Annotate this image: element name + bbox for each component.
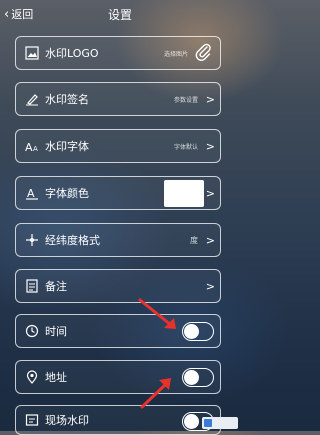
address-toggle[interactable] (182, 368, 214, 387)
row-watermark-signature[interactable]: 水印签名 参数设置 > (15, 82, 221, 116)
row-label: 经纬度格式 (45, 234, 100, 247)
chevron-right-icon: > (205, 233, 215, 247)
chevron-right-icon: > (205, 92, 215, 106)
row-watermark-logo[interactable]: 水印LOGO 选择图片 (15, 36, 221, 70)
toggle-knob (184, 370, 199, 385)
chevron-right-icon: > (205, 279, 215, 293)
row-label: 字体颜色 (45, 187, 89, 200)
row-watermark-font[interactable]: AA 水印字体 字体默认 > (15, 129, 221, 163)
row-label: 地址 (45, 371, 67, 384)
annotation-arrow-time (138, 298, 176, 329)
row-coordinate-format[interactable]: 经纬度格式 度 > (15, 223, 221, 257)
header: ‹ 返回 设置 (0, 0, 240, 28)
clock-icon (24, 323, 40, 339)
toggle-knob (184, 324, 199, 339)
row-value: 度 (190, 235, 198, 245)
row-label: 备注 (45, 280, 67, 293)
row-label: 水印签名 (45, 93, 89, 106)
row-font-color[interactable]: A 字体颜色 > (15, 176, 221, 210)
row-label: 水印字体 (45, 140, 89, 153)
row-label: 时间 (45, 325, 67, 338)
page-title: 设置 (107, 8, 132, 22)
location-pin-icon (24, 369, 40, 385)
coordinates-icon (24, 232, 40, 248)
row-value: 选择图片 (163, 50, 188, 58)
paperclip-icon[interactable] (194, 41, 212, 65)
pen-icon (24, 91, 40, 107)
row-value: 参数设置 (173, 96, 198, 104)
watermark-icon (24, 412, 40, 428)
toggle-knob (184, 414, 199, 429)
row-value: 字体默认 (173, 143, 198, 151)
svg-text:A: A (33, 145, 38, 153)
annotation-arrow-address (140, 378, 171, 409)
row-note[interactable]: 备注 > (15, 269, 221, 303)
text-color-icon: A (24, 185, 40, 201)
image-icon (24, 45, 40, 61)
font-icon: AA (24, 138, 40, 154)
note-icon (24, 278, 40, 294)
row-label: 现场水印 (45, 414, 89, 427)
time-toggle[interactable] (182, 322, 214, 341)
chevron-right-icon: > (205, 186, 215, 200)
row-address[interactable]: 地址 (15, 360, 221, 394)
logo-mark (204, 419, 212, 427)
svg-text:A: A (27, 187, 35, 200)
corner-logo (202, 417, 238, 429)
row-time[interactable]: 时间 (15, 314, 221, 348)
color-swatch[interactable] (164, 180, 204, 207)
row-label: 水印LOGO (45, 47, 99, 60)
chevron-right-icon: > (205, 139, 215, 153)
svg-text:A: A (25, 141, 33, 153)
